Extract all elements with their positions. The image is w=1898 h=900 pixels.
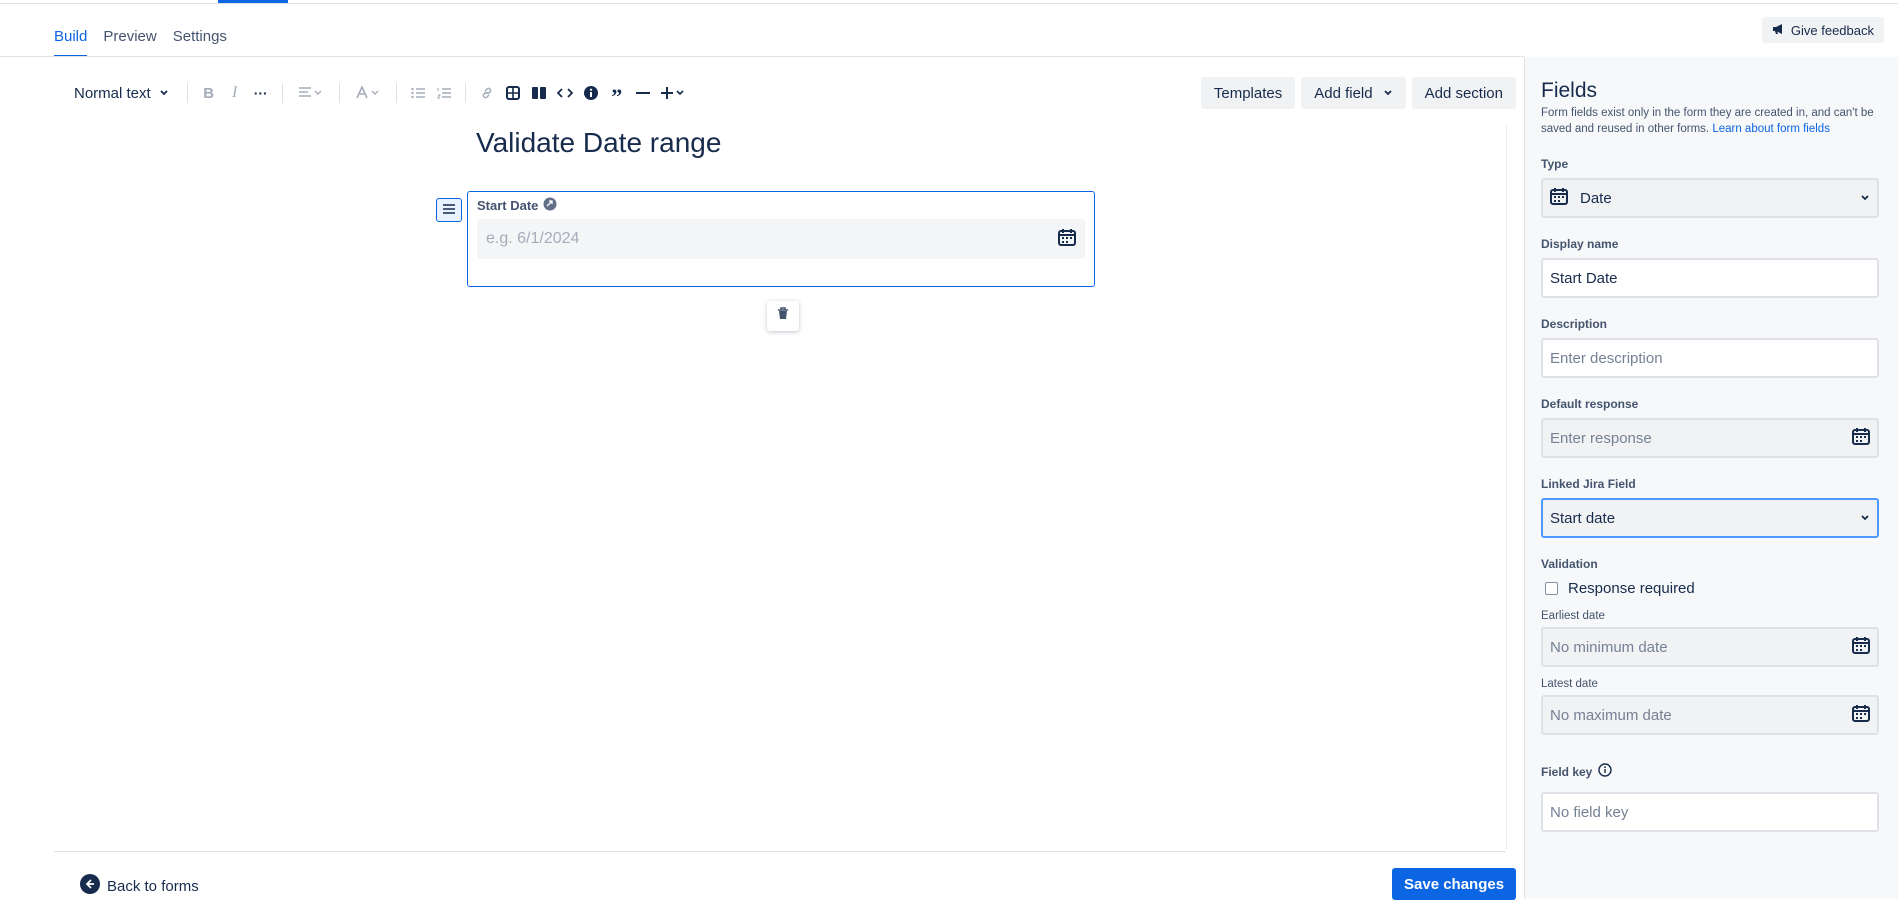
text-style-label: Normal text bbox=[74, 84, 151, 102]
response-required-checkbox[interactable] bbox=[1545, 582, 1558, 595]
display-name-value: Start Date bbox=[1550, 269, 1618, 287]
insert-plus-icon[interactable] bbox=[656, 80, 692, 106]
give-feedback-button[interactable]: Give feedback bbox=[1761, 17, 1884, 43]
editor-toolbar: Normal text B I ··· ” bbox=[64, 80, 692, 109]
divider-icon[interactable] bbox=[630, 80, 656, 106]
add-section-button[interactable]: Add section bbox=[1411, 77, 1516, 109]
delete-field-button[interactable] bbox=[767, 301, 799, 331]
fields-panel: Fields Form fields exist only in the for… bbox=[1524, 57, 1898, 899]
response-required-row[interactable]: Response required bbox=[1545, 580, 1695, 597]
description-placeholder: Enter description bbox=[1550, 349, 1663, 367]
calendar-icon[interactable] bbox=[1852, 427, 1870, 449]
calendar-icon[interactable] bbox=[1058, 228, 1076, 251]
latest-date-placeholder: No maximum date bbox=[1550, 706, 1672, 724]
add-field-button[interactable]: Add field bbox=[1301, 77, 1406, 109]
editor-scroll-divider bbox=[1506, 125, 1507, 850]
tab-settings[interactable]: Settings bbox=[173, 24, 227, 57]
add-field-label: Add field bbox=[1314, 84, 1373, 102]
field-key-input[interactable]: No field key bbox=[1541, 792, 1879, 832]
field-label: Start Date bbox=[477, 198, 539, 213]
field-drag-handle[interactable] bbox=[436, 198, 462, 222]
toolbar-separator bbox=[281, 83, 283, 103]
chevron-down-icon bbox=[159, 85, 169, 102]
chevron-down-icon bbox=[1860, 510, 1870, 527]
earliest-date-placeholder: No minimum date bbox=[1550, 638, 1668, 656]
toolbar-separator bbox=[395, 83, 397, 103]
panel-description: Form fields exist only in the form they … bbox=[1541, 105, 1881, 137]
type-label: Type bbox=[1541, 157, 1569, 171]
quote-icon[interactable]: ” bbox=[604, 80, 630, 109]
arrow-left-circle-icon bbox=[80, 874, 100, 898]
bold-icon[interactable]: B bbox=[196, 80, 222, 106]
megaphone-icon bbox=[1772, 23, 1785, 38]
type-value: Date bbox=[1580, 189, 1612, 207]
field-label-row: Start Date bbox=[477, 197, 557, 214]
numbered-list-icon[interactable] bbox=[431, 80, 457, 106]
field-key-label: Field key bbox=[1541, 764, 1593, 779]
footer-divider bbox=[54, 851, 1506, 852]
learn-about-form-fields-link[interactable]: Learn about form fields bbox=[1712, 123, 1830, 135]
back-to-forms-label: Back to forms bbox=[107, 877, 199, 895]
more-formatting-icon[interactable]: ··· bbox=[248, 80, 274, 106]
text-color-icon[interactable] bbox=[348, 80, 388, 106]
toolbar-separator bbox=[464, 83, 466, 103]
top-active-indicator bbox=[218, 0, 288, 3]
field-key-placeholder: No field key bbox=[1550, 803, 1629, 821]
info-panel-icon[interactable] bbox=[578, 80, 604, 106]
tab-bar: Build Preview Settings bbox=[54, 24, 227, 57]
trash-icon bbox=[777, 307, 789, 325]
earliest-date-label: Earliest date bbox=[1541, 610, 1605, 622]
validation-label: Validation bbox=[1541, 557, 1598, 571]
templates-button[interactable]: Templates bbox=[1200, 77, 1296, 109]
toolbar-separator bbox=[186, 83, 188, 103]
document-title[interactable]: Validate Date range bbox=[476, 127, 721, 159]
table-icon[interactable] bbox=[500, 80, 526, 106]
link-icon[interactable] bbox=[474, 80, 500, 106]
default-response-label: Default response bbox=[1541, 397, 1639, 411]
linked-jira-field-label: Linked Jira Field bbox=[1541, 477, 1636, 491]
start-date-input[interactable]: e.g. 6/1/2024 bbox=[477, 219, 1085, 259]
panel-title: Fields bbox=[1541, 79, 1598, 102]
calendar-icon[interactable] bbox=[1852, 704, 1870, 726]
save-changes-button[interactable]: Save changes bbox=[1392, 868, 1517, 900]
tab-preview[interactable]: Preview bbox=[103, 24, 156, 57]
earliest-date-input[interactable]: No minimum date bbox=[1541, 627, 1879, 667]
linked-jira-field-value: Start date bbox=[1550, 509, 1616, 527]
latest-date-label: Latest date bbox=[1541, 678, 1598, 690]
toolbar-separator bbox=[338, 83, 340, 103]
start-date-field-card[interactable]: Start Date e.g. 6/1/2024 bbox=[467, 191, 1095, 287]
latest-date-input[interactable]: No maximum date bbox=[1541, 695, 1879, 735]
give-feedback-label: Give feedback bbox=[1790, 22, 1874, 38]
description-label: Description bbox=[1541, 317, 1608, 331]
menu-lines-icon bbox=[443, 201, 455, 219]
type-select-value: Date bbox=[1550, 187, 1612, 209]
type-select[interactable]: Date bbox=[1541, 178, 1879, 218]
start-date-placeholder: e.g. 6/1/2024 bbox=[486, 230, 580, 247]
display-name-input[interactable]: Start Date bbox=[1541, 258, 1879, 298]
info-icon[interactable] bbox=[1598, 763, 1613, 780]
field-key-label-row: Field key bbox=[1541, 763, 1613, 780]
calendar-icon[interactable] bbox=[1852, 636, 1870, 658]
calendar-icon bbox=[1550, 187, 1568, 209]
text-align-icon[interactable] bbox=[291, 80, 331, 106]
editor-actions: Templates Add field Add section bbox=[1200, 77, 1516, 109]
bullet-list-icon[interactable] bbox=[405, 80, 431, 106]
chevron-down-icon bbox=[1383, 85, 1393, 102]
code-icon[interactable] bbox=[552, 80, 578, 106]
default-response-input[interactable]: Enter response bbox=[1541, 418, 1879, 458]
linked-jira-field-select[interactable]: Start date bbox=[1541, 498, 1879, 538]
top-strip bbox=[0, 0, 1898, 4]
linked-field-icon bbox=[543, 197, 557, 214]
response-required-label: Response required bbox=[1568, 580, 1695, 597]
text-style-dropdown[interactable]: Normal text bbox=[64, 80, 179, 106]
chevron-down-icon bbox=[1860, 190, 1870, 207]
default-response-placeholder: Enter response bbox=[1550, 429, 1652, 447]
italic-icon[interactable]: I bbox=[222, 80, 248, 106]
tabs-divider bbox=[0, 56, 1524, 57]
back-to-forms-link[interactable]: Back to forms bbox=[80, 874, 199, 898]
tab-build[interactable]: Build bbox=[54, 24, 88, 57]
description-input[interactable]: Enter description bbox=[1541, 338, 1879, 378]
layout-columns-icon[interactable] bbox=[526, 80, 552, 106]
display-name-label: Display name bbox=[1541, 237, 1619, 251]
